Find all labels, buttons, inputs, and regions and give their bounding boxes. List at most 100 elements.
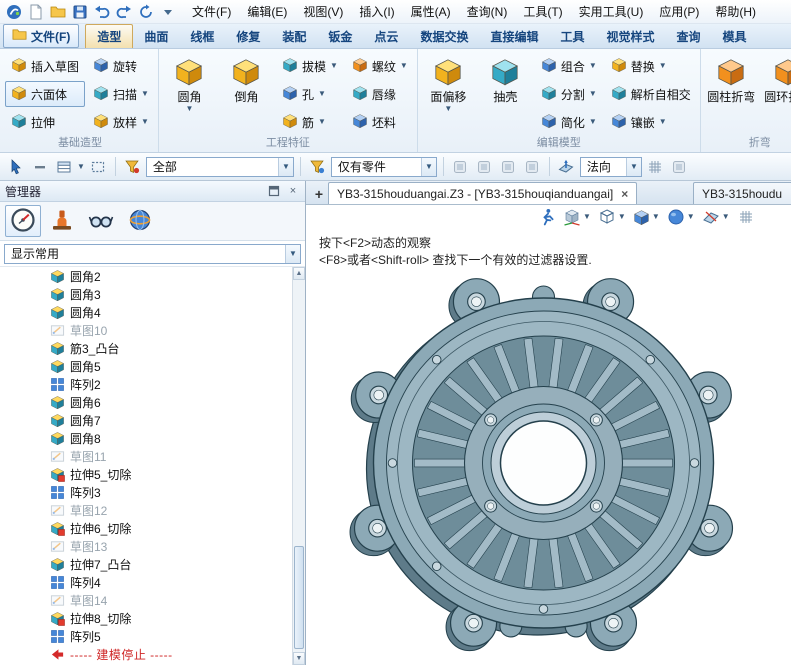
tree-item[interactable]: 阵列4 [0, 573, 292, 591]
close-panel-icon[interactable]: × [286, 184, 300, 198]
menu-item[interactable]: 帮助(H) [707, 0, 764, 23]
selection-list-icon[interactable] [53, 157, 74, 177]
menu-item[interactable]: 插入(I) [351, 0, 402, 23]
menu-item[interactable]: 实用工具(U) [571, 0, 652, 23]
ribbon-tab[interactable]: 直接编辑 [479, 24, 549, 48]
lasso-rect-icon[interactable] [88, 157, 109, 177]
cylindrical-bend-button[interactable]: 圆柱折弯 [704, 52, 759, 136]
new-tab-button[interactable]: + [310, 184, 328, 204]
menu-item[interactable]: 文件(F) [184, 0, 239, 23]
save-floppy-icon[interactable] [69, 2, 90, 22]
ribbon-tab[interactable]: 视觉样式 [595, 24, 665, 48]
filter-part-icon[interactable] [307, 157, 328, 177]
new-doc-icon[interactable] [25, 2, 46, 22]
box-button[interactable]: 六面体 [5, 81, 85, 107]
tree-item[interactable]: 草图14 [0, 591, 292, 609]
regen-circle-icon[interactable] [135, 2, 156, 22]
insert-sketch-button[interactable]: 插入草图 [5, 53, 85, 79]
display-filter-select[interactable]: 显示常用 ▼ [4, 244, 301, 264]
tree-item[interactable]: 草图12 [0, 501, 292, 519]
loft-button[interactable]: 放样▼ [87, 109, 155, 135]
tree-item[interactable]: 拉伸7_凸台 [0, 555, 292, 573]
document-tab-active[interactable]: YB3-315houduangai.Z3 - [YB3-315houqiandu… [328, 182, 637, 204]
tree-item[interactable]: 拉伸8_切除 [0, 609, 292, 627]
revolve-button[interactable]: 旋转 [87, 53, 155, 79]
grid-button[interactable] [737, 208, 755, 226]
pick-chain-icon[interactable] [474, 157, 495, 177]
visual-manager-tab[interactable] [83, 205, 119, 237]
menu-item[interactable]: 查询(N) [459, 0, 516, 23]
document-tab-background[interactable]: YB3-315houdu [693, 182, 791, 204]
ribbon-tab[interactable]: 点云 [363, 24, 409, 48]
fillet-button[interactable]: 圆角▼ [162, 52, 217, 136]
ribbon-tab[interactable]: 工具 [549, 24, 595, 48]
tree-item[interactable]: 圆角6 [0, 393, 292, 411]
ghost-display-icon[interactable] [669, 157, 690, 177]
filter-all-select[interactable]: 全部▼ [146, 157, 294, 177]
hole-button[interactable]: 孔▼ [276, 81, 344, 107]
wireframe-display-button[interactable]: ▼ [598, 208, 626, 226]
tree-item[interactable]: 拉伸5_切除 [0, 465, 292, 483]
combine-button[interactable]: 组合▼ [535, 53, 603, 79]
tree-item[interactable]: 阵列2 [0, 375, 292, 393]
sweep-button[interactable]: 扫描▼ [87, 81, 155, 107]
tree-item[interactable]: 草图11 [0, 447, 292, 465]
normal-plane-icon[interactable] [556, 157, 577, 177]
draft-button[interactable]: 拔模▼ [276, 53, 344, 79]
scrollbar-thumb[interactable] [294, 546, 304, 649]
view-orientation-button[interactable]: ▼ [563, 208, 591, 226]
menu-item[interactable]: 编辑(E) [239, 0, 295, 23]
ribbon-tab[interactable]: 修复 [225, 24, 271, 48]
tree-item[interactable]: ----- 建模停止 ----- [0, 645, 292, 663]
model-yb3-315-rear-end-cover[interactable] [306, 205, 791, 665]
ribbon-tab[interactable]: 查询 [666, 24, 712, 48]
app-logo-icon[interactable] [3, 2, 24, 22]
pick-last-icon[interactable] [450, 157, 471, 177]
replace-button[interactable]: 替换▼ [605, 53, 697, 79]
tree-item[interactable]: 圆角7 [0, 411, 292, 429]
viewport-3d[interactable]: ▼▼▼▼▼ 按下<F2>动态的观察 <F8>或者<Shift-roll> 查找下… [306, 205, 791, 665]
ribbon-tab[interactable]: 装配 [271, 24, 317, 48]
toroidal-bend-button[interactable]: 圆环折弯 [761, 52, 791, 136]
face-offset-button[interactable]: 面偏移▼ [421, 52, 476, 136]
extrude-button[interactable]: 拉伸 [5, 109, 85, 135]
stock-button[interactable]: 坯料 [346, 109, 414, 135]
divide-button[interactable]: 分割▼ [535, 81, 603, 107]
shaded-display-button[interactable]: ▼ [633, 209, 660, 226]
ribbon-tab[interactable]: 线框 [179, 24, 225, 48]
tree-scrollbar[interactable]: ▲ ▼ [292, 267, 305, 665]
close-tab-icon[interactable]: × [621, 187, 628, 201]
layer-manager-tab[interactable] [122, 205, 158, 237]
menu-item[interactable]: 视图(V) [295, 0, 351, 23]
ribbon-tab[interactable]: 钣金 [317, 24, 363, 48]
exit-command-button[interactable] [538, 208, 556, 226]
minus-icon[interactable] [29, 157, 50, 177]
tree-item[interactable]: 草图13 [0, 537, 292, 555]
section-view-button[interactable]: ▼ [702, 208, 730, 226]
constraint-manager-tab[interactable] [44, 205, 80, 237]
menu-item[interactable]: 应用(P) [651, 0, 707, 23]
redo-arc-icon[interactable] [113, 2, 134, 22]
chamfer-button[interactable]: 倒角 [219, 52, 274, 136]
simplify-button[interactable]: 简化▼ [535, 109, 603, 135]
lip-button[interactable]: 唇缘 [346, 81, 414, 107]
open-folder-icon[interactable] [47, 2, 68, 22]
ribbon-tab[interactable]: 造型 [85, 24, 133, 48]
pick-box-icon[interactable] [498, 157, 519, 177]
file-menu-button[interactable]: 文件(F) [3, 24, 79, 48]
ribbon-tab[interactable]: 数据交换 [409, 24, 479, 48]
thread-button[interactable]: 螺纹▼ [346, 53, 414, 79]
tree-item[interactable]: 圆角4 [0, 303, 292, 321]
menu-item[interactable]: 工具(T) [515, 0, 570, 23]
tree-item[interactable]: 圆角2 [0, 267, 292, 285]
scroll-up-icon[interactable]: ▲ [293, 267, 305, 280]
part-filter-select[interactable]: 仅有零件▼ [331, 157, 437, 177]
select-arrow-icon[interactable] [5, 157, 26, 177]
shell-button[interactable]: 抽壳 [478, 52, 533, 136]
snap-grid-icon[interactable] [645, 157, 666, 177]
filter-multi-icon[interactable] [122, 157, 143, 177]
tree-item[interactable]: 拉伸6_切除 [0, 519, 292, 537]
tree-item[interactable]: 筋3_凸台 [0, 339, 292, 357]
normal-select[interactable]: 法向▼ [580, 157, 642, 177]
tree-item[interactable]: 圆角5 [0, 357, 292, 375]
